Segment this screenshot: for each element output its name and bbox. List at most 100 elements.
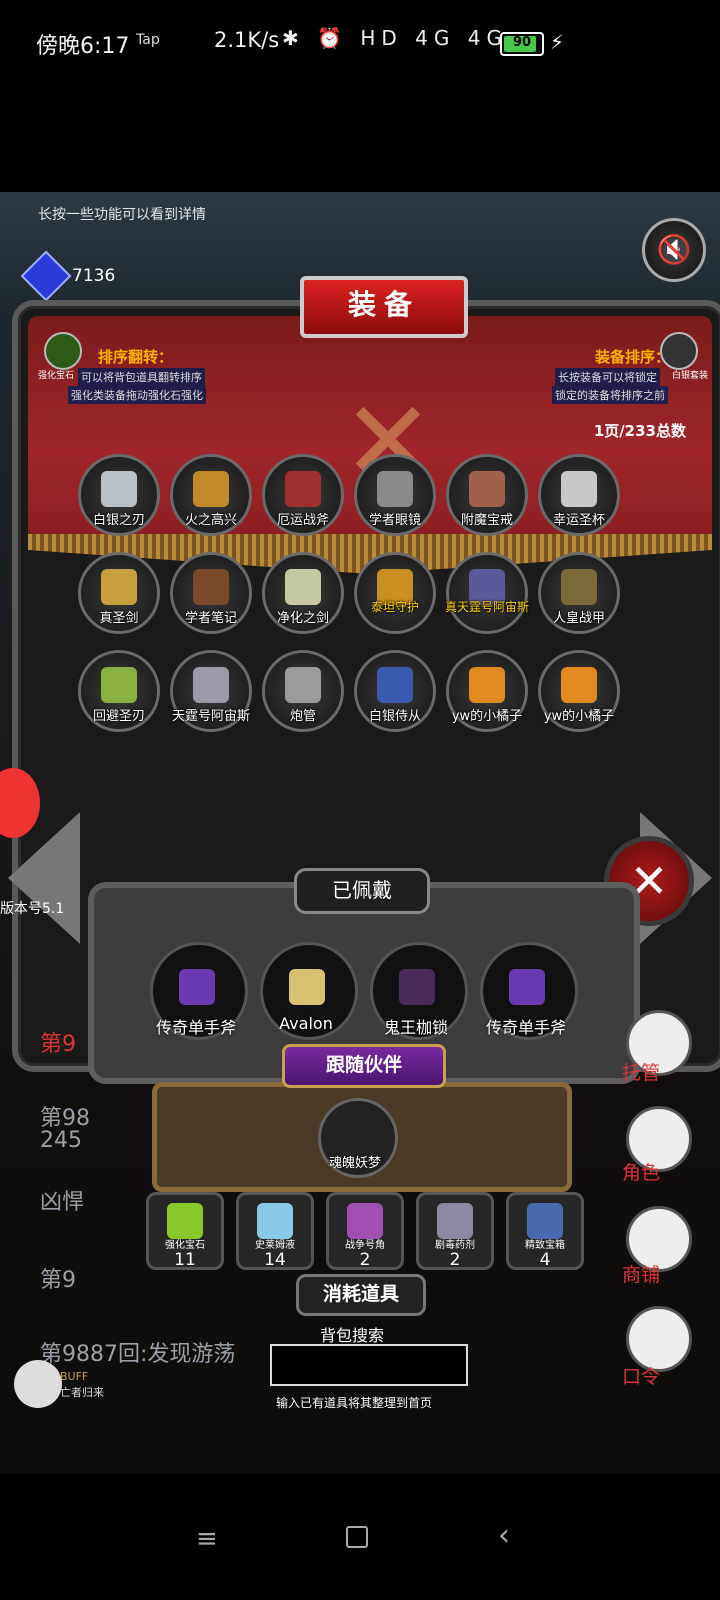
axe-icon: [179, 969, 215, 1005]
gem-count: 7136: [72, 266, 116, 286]
log-line-red: 第9: [40, 1032, 76, 1057]
equipped-label: 传奇单手斧: [485, 1018, 566, 1037]
item-label: 回避圣刃: [92, 709, 145, 724]
item-slot[interactable]: 火之高兴: [170, 454, 252, 536]
item-icon: [285, 667, 321, 703]
log-line: 第9: [40, 1268, 76, 1293]
item-slot[interactable]: yw的小橘子: [446, 650, 528, 732]
item-slot[interactable]: 泰坦守护: [354, 552, 436, 634]
search-input[interactable]: [270, 1344, 468, 1386]
consumable-icon: [437, 1203, 473, 1239]
search-label: 背包搜索: [320, 1326, 385, 1345]
item-label: 泰坦守护: [370, 600, 419, 614]
item-label: 人皇战甲: [552, 611, 605, 626]
consumable-count: 11: [174, 1250, 196, 1270]
log-line: 凶悍: [40, 1190, 85, 1215]
shackle-icon: [399, 969, 435, 1005]
side-label-shop: 商铺: [622, 1264, 661, 1286]
item-slot[interactable]: 炮管: [262, 650, 344, 732]
page-title: 装备: [300, 276, 468, 338]
item-icon: [285, 471, 321, 507]
sort-equip-desc-2: 锁定的装备将排序之前: [552, 386, 668, 404]
item-slot[interactable]: 白银侍从: [354, 650, 436, 732]
consumable-icon: [347, 1203, 383, 1239]
item-label: 学者眼镜: [368, 513, 421, 528]
sort-flip-button[interactable]: 排序翻转：: [98, 346, 173, 367]
search-hint: 输入已有道具将其整理到首页: [276, 1396, 433, 1410]
item-label: 净化之剑: [276, 611, 329, 626]
gem-badge-icon[interactable]: [44, 332, 82, 370]
consumable-count: 14: [264, 1250, 286, 1270]
sort-equip-button[interactable]: 装备排序：: [595, 346, 670, 367]
skull-icon[interactable]: [14, 1360, 62, 1408]
side-label-code: 口令: [622, 1366, 661, 1388]
sort-flip-desc-2: 强化类装备拖动强化石强化: [68, 386, 206, 404]
item-label: yw的小橘子: [451, 709, 523, 724]
item-slot[interactable]: 真天霆号阿宙斯: [445, 552, 529, 634]
item-slot[interactable]: 白银之刃: [78, 454, 160, 536]
log-line: 第9887回:发现游荡: [40, 1342, 236, 1367]
item-slot[interactable]: 回避圣刃: [78, 650, 160, 732]
equipped-title: 已佩戴: [294, 868, 430, 914]
status-icons: ✱ ⏰ HD 4G 4G: [282, 26, 508, 50]
item-label: 幸运圣杯: [552, 513, 605, 528]
consumable-count: 4: [539, 1250, 551, 1270]
item-label: 真天霆号阿宙斯: [444, 600, 529, 614]
item-slot[interactable]: 附魔宝戒: [446, 454, 528, 536]
status-speed: 2.1K/s: [214, 28, 280, 52]
item-icon: [561, 667, 597, 703]
consumables-title: 消耗道具: [296, 1274, 426, 1316]
item-slot[interactable]: yw的小橘子: [538, 650, 620, 732]
buff-label: BUFF: [60, 1370, 89, 1383]
item-slot[interactable]: 学者眼镜: [354, 454, 436, 536]
sort-flip-desc-1: 可以将背包道具翻转排序: [78, 368, 205, 386]
consumable-count: 2: [359, 1250, 371, 1270]
companion-name: 魂魄妖梦: [328, 1156, 381, 1171]
item-slot[interactable]: 真圣剑: [78, 552, 160, 634]
item-slot[interactable]: 幸运圣杯: [538, 454, 620, 536]
volume-mute-icon[interactable]: 🔇: [642, 218, 706, 282]
item-icon: [469, 471, 505, 507]
item-slot[interactable]: 人皇战甲: [538, 552, 620, 634]
status-time: 傍晚6:17: [36, 34, 130, 59]
menu-icon[interactable]: ≡: [196, 1524, 218, 1554]
page-info: 1页/233总数: [593, 422, 686, 440]
home-icon[interactable]: [346, 1526, 368, 1548]
item-icon: [377, 471, 413, 507]
consumable-icon: [257, 1203, 293, 1239]
consumable-icon: [527, 1203, 563, 1239]
item-label: 火之高兴: [184, 513, 237, 528]
item-label: 天霆号阿宙斯: [171, 709, 250, 724]
companion-title: 跟随伙伴: [282, 1044, 446, 1088]
game-screen: 长按一些功能可以看到详情 🔇 7136 ✕ 强化宝石 白银套装 排序翻转： 可以…: [0, 192, 720, 1474]
item-slot[interactable]: 天霆号阿宙斯: [170, 650, 252, 732]
battery-icon: 90: [500, 32, 544, 56]
item-slot[interactable]: 厄运战斧: [262, 454, 344, 536]
item-icon: [101, 667, 137, 703]
item-slot[interactable]: 学者笔记: [170, 552, 252, 634]
item-icon: [193, 569, 229, 605]
consumable-name: 强化宝石: [165, 1240, 205, 1251]
item-icon: [561, 569, 597, 605]
side-label-auto: 托管: [622, 1062, 661, 1084]
item-icon: [193, 471, 229, 507]
consumable-name: 剧毒药剂: [435, 1240, 475, 1251]
sort-equip-desc-1: 长按装备可以将锁定: [555, 368, 660, 386]
item-icon: [377, 667, 413, 703]
gem-icon: [20, 250, 72, 302]
battery-level: 90: [512, 35, 532, 50]
back-icon[interactable]: ‹: [498, 1518, 510, 1553]
nav-bar: ≡ ‹: [0, 1474, 720, 1600]
consumable-count: 2: [449, 1250, 461, 1270]
consumable-name: 精致宝箱: [525, 1240, 565, 1251]
item-icon: [469, 667, 505, 703]
item-label: 白银之刃: [92, 513, 145, 528]
item-label: 真圣剑: [99, 611, 139, 626]
item-label: 白银侍从: [368, 709, 421, 724]
item-slot[interactable]: 净化之剑: [262, 552, 344, 634]
item-label: 附魔宝戒: [460, 513, 513, 528]
consumable-name: 史莱姆液: [255, 1240, 295, 1251]
buff-sub-label: 亡者归来: [60, 1386, 104, 1399]
item-icon: [561, 471, 597, 507]
item-icon: [285, 569, 321, 605]
